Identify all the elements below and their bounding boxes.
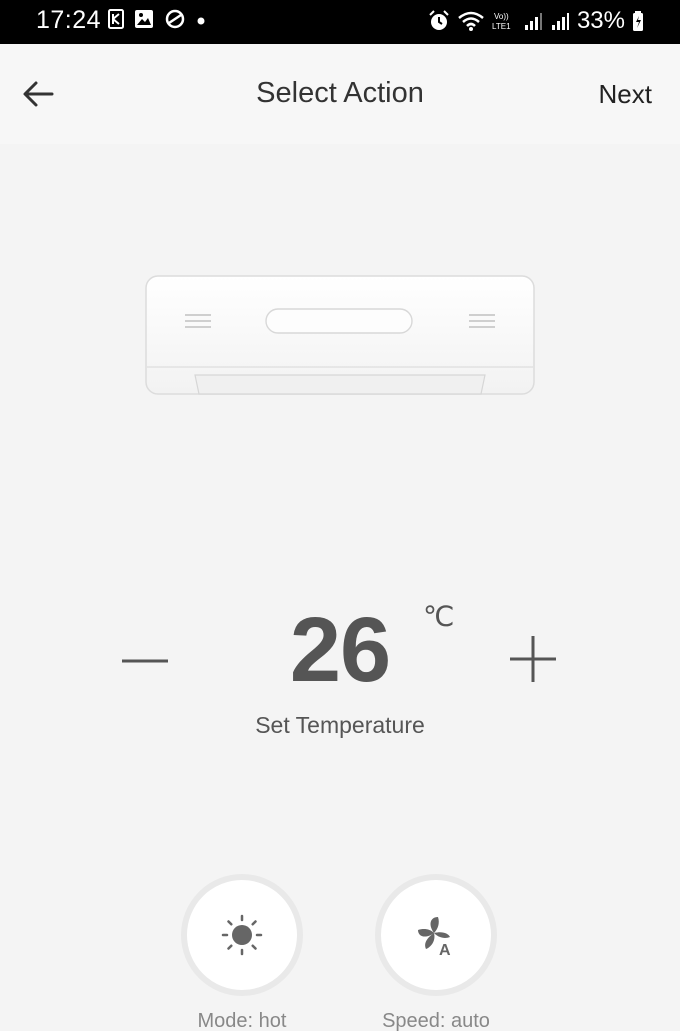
air-conditioner-illustration	[145, 275, 535, 395]
temperature-control: 26 ℃	[0, 594, 680, 704]
dot-icon	[197, 17, 205, 25]
set-temperature-label: Set Temperature	[255, 712, 425, 738]
status-time: 17:24	[36, 6, 102, 34]
mode-label: Mode: hot	[197, 1010, 287, 1031]
battery-percent: 33%	[576, 7, 625, 34]
status-icons-right: Vo)) LTE1 33%	[428, 7, 644, 35]
image-icon	[135, 10, 153, 28]
sun-icon	[221, 914, 263, 956]
svg-text:Vo)): Vo))	[494, 12, 509, 21]
temperature-value: 26	[289, 599, 391, 701]
volte-icon: Vo)) LTE1	[492, 12, 511, 31]
svg-text:LTE1: LTE1	[492, 22, 511, 31]
k-icon	[108, 9, 124, 29]
fan-auto-icon: A	[418, 917, 451, 957]
content-area: 26 ℃ Set Temperature Mode: hot A Speed: …	[0, 144, 680, 1031]
next-button[interactable]: Next	[599, 79, 652, 110]
speed-label: Speed: auto	[382, 1010, 490, 1031]
plus-icon[interactable]	[506, 632, 560, 686]
mode-button[interactable]	[181, 874, 303, 996]
status-icons-left	[108, 9, 206, 29]
page-title: Select Action	[256, 77, 424, 109]
svg-text:A: A	[439, 942, 451, 957]
alarm-icon	[429, 10, 449, 30]
sync-icon	[165, 9, 185, 29]
status-bar: 17:24 Vo)) LTE1 33%	[0, 0, 680, 44]
signal-icon	[524, 13, 542, 30]
wifi-icon	[458, 11, 484, 31]
fan-speed-button[interactable]: A	[375, 874, 497, 996]
minus-icon[interactable]	[118, 634, 172, 688]
temperature-unit: ℃	[423, 601, 455, 632]
signal-icon	[551, 13, 569, 30]
battery-icon	[633, 11, 643, 31]
screen: 17:24 Vo)) LTE1 33% Select Action Next 2…	[0, 0, 680, 1031]
header-bar: Select Action Next	[0, 44, 680, 144]
